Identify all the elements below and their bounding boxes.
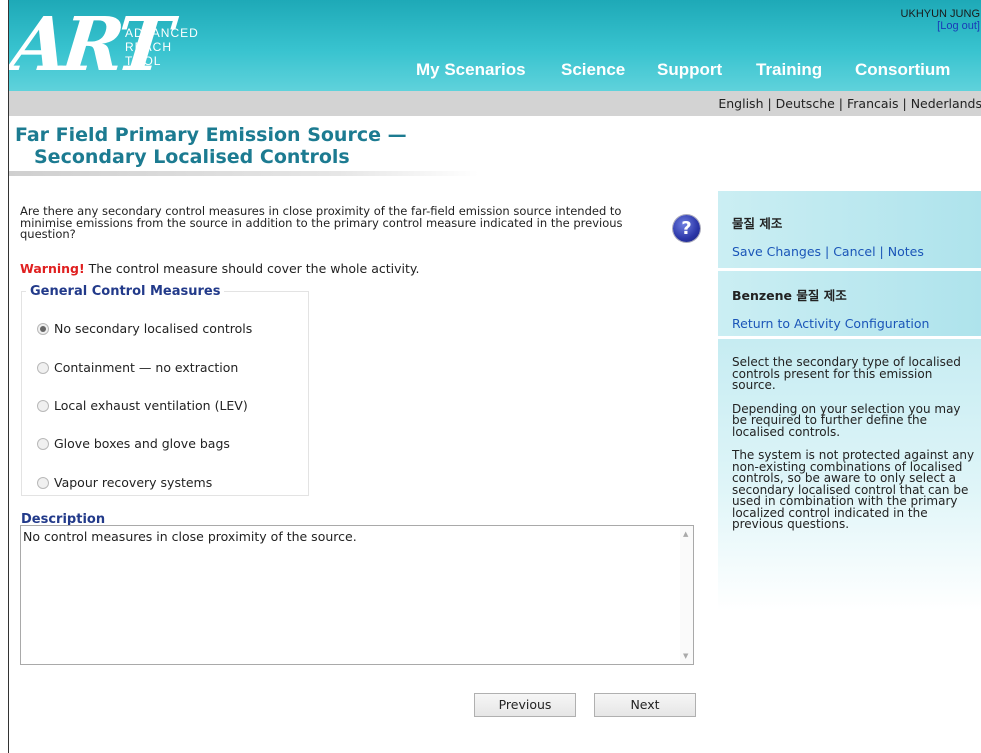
next-button[interactable]: Next: [594, 693, 696, 717]
option-label: No secondary localised controls: [54, 321, 253, 336]
help-icon[interactable]: ?: [673, 215, 700, 242]
previous-button[interactable]: Previous: [474, 693, 576, 717]
scrollbar[interactable]: ▲ ▼: [680, 526, 693, 664]
logo-line-advanced: ADVANCED: [125, 26, 199, 40]
option-no-secondary-controls[interactable]: No secondary localised controls: [37, 321, 252, 336]
save-changes-link[interactable]: Save Changes: [732, 244, 821, 259]
warning-label: Warning!: [20, 261, 85, 276]
option-lev[interactable]: Local exhaust ventilation (LEV): [37, 398, 248, 413]
nav-consortium[interactable]: Consortium: [855, 60, 950, 80]
user-name: UKHYUN JUNG: [900, 8, 980, 20]
nav-support[interactable]: Support: [657, 60, 722, 80]
radio-icon[interactable]: [37, 437, 49, 450]
main-nav: My Scenarios Science Support Training Co…: [9, 60, 981, 86]
title-divider: [9, 171, 479, 176]
option-label: Local exhaust ventilation (LEV): [54, 398, 248, 413]
scenario-name: 물질 제조: [732, 216, 783, 231]
link-separator: |: [875, 244, 888, 259]
header: ART ADVANCED REACH TOOL UKHYUN JUNG [Log…: [9, 0, 981, 91]
help-paragraph-2: Depending on your selection you may be r…: [732, 401, 961, 439]
lang-nederlands[interactable]: Nederlands: [911, 96, 981, 111]
help-panel: Select the secondary type of localised c…: [718, 339, 981, 611]
radio-icon[interactable]: [37, 476, 49, 489]
nav-my-scenarios[interactable]: My Scenarios: [416, 60, 526, 80]
return-to-activity-link[interactable]: Return to Activity Configuration: [732, 304, 981, 331]
activity-panel: Benzene 물질 제조 Return to Activity Configu…: [718, 271, 981, 336]
logo-line-reach: REACH: [125, 40, 173, 54]
scenario-panel: 물질 제조 Save Changes | Cancel | Notes: [718, 191, 981, 268]
link-separator: |: [821, 244, 834, 259]
page-title-line1: Far Field Primary Emission Source —: [15, 124, 407, 146]
sidebar: 물질 제조 Save Changes | Cancel | Notes Benz…: [718, 191, 981, 611]
question-text: Are there any secondary control measures…: [20, 204, 623, 241]
substance-name: Benzene: [732, 288, 793, 303]
user-info: UKHYUN JUNG [Log out]: [901, 8, 980, 32]
nav-training[interactable]: Training: [756, 60, 822, 80]
logout-link[interactable]: [Log out]: [901, 20, 980, 32]
lang-francais[interactable]: Francais: [847, 96, 899, 111]
option-glove-boxes[interactable]: Glove boxes and glove bags: [37, 436, 230, 451]
lang-english[interactable]: English: [718, 96, 763, 111]
option-containment-no-extraction[interactable]: Containment — no extraction: [37, 360, 238, 375]
activity-name: 물질 제조: [792, 288, 847, 303]
page-title-line2: Secondary Localised Controls: [34, 146, 350, 168]
activity-heading: Benzene 물질 제조: [732, 271, 981, 304]
lang-separator: |: [763, 96, 776, 111]
radio-selected-icon[interactable]: [37, 322, 49, 335]
help-paragraph-3: The system is not protected against any …: [732, 448, 975, 531]
general-control-measures-group: General Control Measures: [21, 284, 309, 496]
page-title: Far Field Primary Emission Source — Seco…: [15, 124, 407, 168]
lang-separator: |: [898, 96, 911, 111]
option-label: Glove boxes and glove bags: [54, 436, 230, 451]
cancel-link[interactable]: Cancel: [833, 244, 875, 259]
scroll-up-icon[interactable]: ▲: [683, 530, 688, 538]
nav-science[interactable]: Science: [561, 60, 625, 80]
language-list: English | Deutsche | Francais | Nederlan…: [718, 96, 981, 111]
description-textarea[interactable]: No control measures in close proximity o…: [20, 525, 694, 665]
option-label: Containment — no extraction: [54, 360, 239, 375]
language-bar: English | Deutsche | Francais | Nederlan…: [9, 91, 981, 116]
notes-link[interactable]: Notes: [888, 244, 924, 259]
radio-icon[interactable]: [37, 361, 49, 374]
scroll-down-icon[interactable]: ▼: [683, 652, 688, 660]
lang-separator: |: [834, 96, 847, 111]
control-measures-legend: General Control Measures: [30, 284, 221, 299]
description-text: No control measures in close proximity o…: [23, 529, 357, 544]
lang-deutsche[interactable]: Deutsche: [776, 96, 835, 111]
radio-icon[interactable]: [37, 399, 49, 412]
warning-message: Warning! The control measure should cove…: [20, 261, 419, 276]
warning-text: The control measure should cover the who…: [84, 261, 420, 276]
option-vapour-recovery[interactable]: Vapour recovery systems: [37, 475, 212, 490]
option-label: Vapour recovery systems: [54, 475, 213, 490]
scenario-actions: Save Changes | Cancel | Notes: [732, 232, 981, 259]
app-frame: ART ADVANCED REACH TOOL UKHYUN JUNG [Log…: [8, 0, 981, 753]
help-paragraph-1: Select the secondary type of localised c…: [732, 355, 961, 392]
